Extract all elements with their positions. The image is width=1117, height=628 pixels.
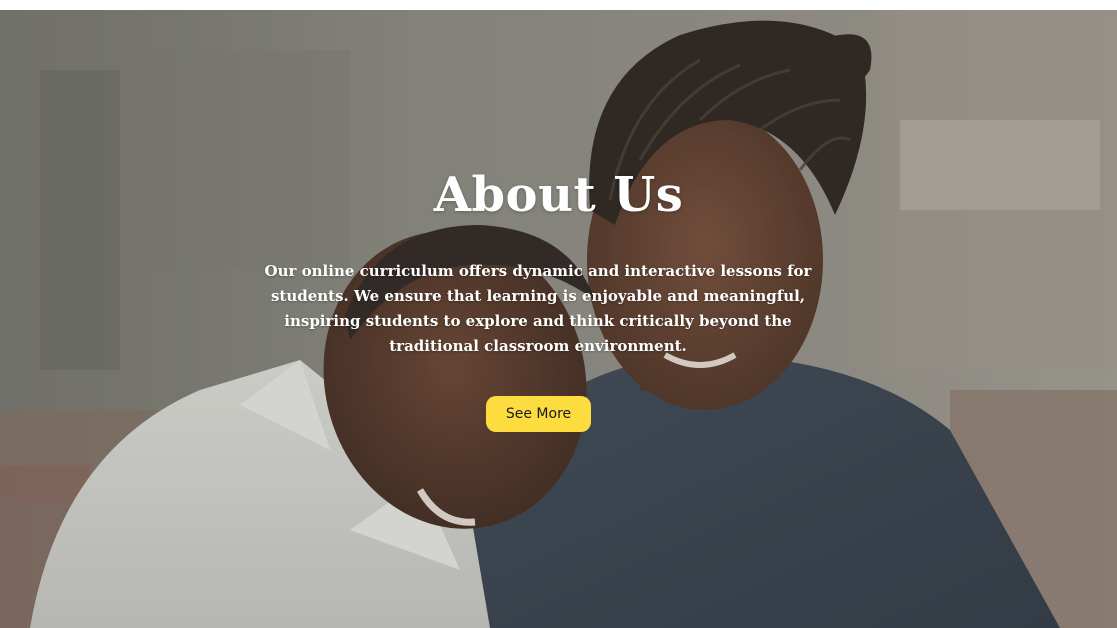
page-title: About Us <box>433 167 684 223</box>
hero-content: About Us Our online curriculum offers dy… <box>0 10 1117 628</box>
hero-description: Our online curriculum offers dynamic and… <box>264 262 812 355</box>
see-more-button[interactable]: See More <box>486 396 591 432</box>
about-hero-section: About Us Our online curriculum offers dy… <box>0 10 1117 628</box>
